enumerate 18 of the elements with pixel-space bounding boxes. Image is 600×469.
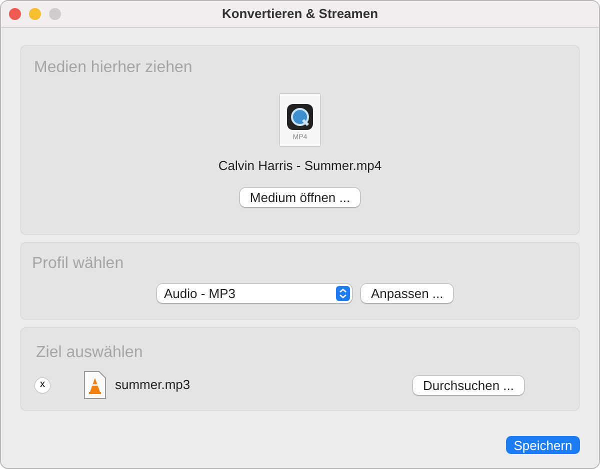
- profile-select[interactable]: Audio - MP3: [157, 284, 352, 303]
- save-button[interactable]: Speichern: [506, 436, 580, 454]
- minimize-icon[interactable]: [29, 8, 41, 20]
- panel-heading: Medien hierher ziehen: [34, 58, 194, 78]
- browse-button[interactable]: Durchsuchen ...: [412, 376, 524, 394]
- zoom-icon[interactable]: [49, 8, 61, 20]
- panel-heading: Profil wählen: [32, 254, 125, 274]
- window-title: Konvertieren & Streamen: [222, 5, 378, 24]
- file-name: Calvin Harris - Summer.mp4: [218, 157, 382, 175]
- close-icon[interactable]: [9, 8, 21, 20]
- stepper-icon: [336, 286, 350, 301]
- clear-button[interactable]: x: [35, 378, 50, 392]
- panel-heading: Ziel auswählen: [36, 343, 144, 363]
- open-media-button[interactable]: Medium öffnen ...: [240, 188, 360, 206]
- customize-button[interactable]: Anpassen ...: [361, 284, 454, 303]
- cone-file-icon: [84, 371, 106, 399]
- media-player-icon: [287, 104, 313, 130]
- file-name: summer.mp3: [115, 376, 190, 394]
